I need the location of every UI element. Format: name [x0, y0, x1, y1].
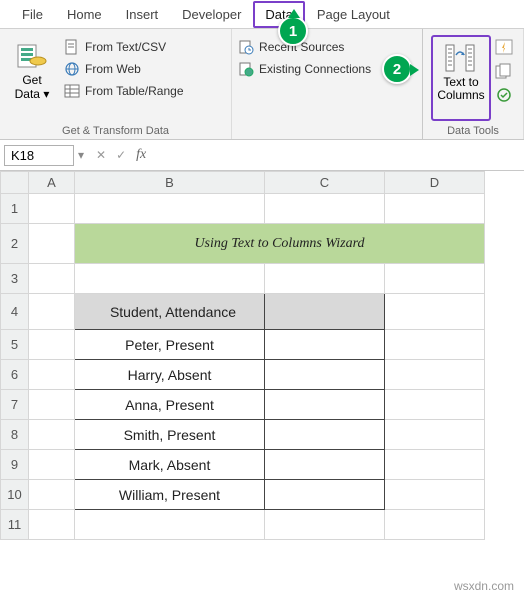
cell[interactable]: Mark, Absent	[75, 450, 265, 480]
cell[interactable]	[265, 450, 385, 480]
table-header-empty[interactable]	[265, 294, 385, 330]
table-header[interactable]: Student, Attendance	[75, 294, 265, 330]
data-validation-icon[interactable]	[495, 87, 515, 105]
select-all-cell[interactable]	[1, 172, 29, 194]
tab-developer[interactable]: Developer	[170, 1, 253, 28]
text-to-columns-button[interactable]: Text to Columns	[431, 35, 491, 121]
row-header[interactable]: 5	[1, 330, 29, 360]
cell[interactable]	[265, 330, 385, 360]
ribbon: Get Data ▾ From Text/CSV From Web From T…	[0, 29, 524, 140]
table-icon	[64, 83, 80, 99]
watermark: wsxdn.com	[454, 579, 514, 593]
cancel-formula-icon[interactable]: ✕	[96, 148, 106, 162]
cell[interactable]: Smith, Present	[75, 420, 265, 450]
col-header-B[interactable]: B	[75, 172, 265, 194]
cell[interactable]	[265, 360, 385, 390]
row-header[interactable]: 1	[1, 194, 29, 224]
remove-duplicates-icon[interactable]	[495, 63, 515, 81]
globe-icon	[64, 61, 80, 77]
row-header[interactable]: 2	[1, 224, 29, 264]
from-table-range-button[interactable]: From Table/Range	[64, 83, 184, 99]
callout-1: 1	[278, 16, 308, 46]
row-header[interactable]: 11	[1, 510, 29, 540]
flash-fill-icon[interactable]	[495, 39, 515, 57]
enter-formula-icon[interactable]: ✓	[116, 148, 126, 162]
name-box[interactable]: K18	[4, 145, 74, 166]
row-header[interactable]: 7	[1, 390, 29, 420]
from-text-csv-button[interactable]: From Text/CSV	[64, 39, 184, 55]
data-tools-small	[493, 33, 517, 123]
recent-sources-button[interactable]: Recent Sources	[238, 39, 416, 55]
cell[interactable]: Anna, Present	[75, 390, 265, 420]
group-label-data-tools: Data Tools	[423, 125, 523, 137]
title-cell[interactable]: Using Text to Columns Wizard	[75, 224, 485, 264]
get-data-button[interactable]: Get Data ▾	[6, 33, 58, 101]
row-header[interactable]: 9	[1, 450, 29, 480]
row-header[interactable]: 6	[1, 360, 29, 390]
group-get-transform-2: Recent Sources Existing Connections	[232, 29, 423, 139]
col-header-D[interactable]: D	[385, 172, 485, 194]
tab-file[interactable]: File	[10, 1, 55, 28]
from-web-button[interactable]: From Web	[64, 61, 184, 77]
row-header[interactable]: 4	[1, 294, 29, 330]
document-icon	[64, 39, 80, 55]
group-get-transform: Get Data ▾ From Text/CSV From Web From T…	[0, 29, 232, 139]
ribbon-tabs: File Home Insert Developer Data Page Lay…	[0, 0, 524, 29]
col-header-A[interactable]: A	[29, 172, 75, 194]
formula-bar: K18 ▾ ✕ ✓ fx	[0, 140, 524, 171]
cell[interactable]: William, Present	[75, 480, 265, 510]
group-data-tools: Text to Columns Data Tools	[423, 29, 524, 139]
cell[interactable]: Peter, Present	[75, 330, 265, 360]
recent-icon	[238, 39, 254, 55]
text-to-columns-icon	[444, 43, 478, 73]
connection-icon	[238, 61, 254, 77]
tab-insert[interactable]: Insert	[114, 1, 171, 28]
cell[interactable]	[265, 420, 385, 450]
col-header-C[interactable]: C	[265, 172, 385, 194]
row-header[interactable]: 8	[1, 420, 29, 450]
chevron-down-icon[interactable]: ▾	[78, 148, 84, 162]
fx-icon[interactable]: fx	[136, 147, 146, 163]
row-header[interactable]: 3	[1, 264, 29, 294]
callout-2: 2	[382, 54, 412, 84]
row-header[interactable]: 10	[1, 480, 29, 510]
chevron-down-icon: ▾	[43, 87, 49, 101]
tab-home[interactable]: Home	[55, 1, 114, 28]
cell[interactable]	[265, 390, 385, 420]
cell[interactable]	[265, 480, 385, 510]
worksheet-grid[interactable]: A B C D 1 2 Using Text to Columns Wizard…	[0, 171, 485, 540]
tab-page-layout[interactable]: Page Layout	[305, 1, 402, 28]
cell[interactable]: Harry, Absent	[75, 360, 265, 390]
group-label-get-transform: Get & Transform Data	[0, 125, 231, 137]
